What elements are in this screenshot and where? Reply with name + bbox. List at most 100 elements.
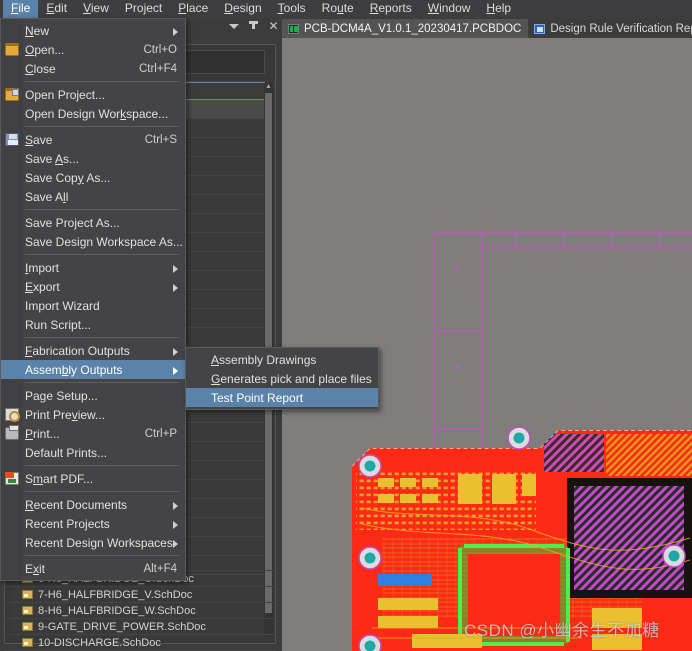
submenu-arrow-icon <box>173 540 178 548</box>
csdn-watermark: CSDN @小幽余生不加糖 <box>464 621 660 640</box>
menubar-item-design[interactable]: Design <box>216 0 269 18</box>
menu-item-label: Exit <box>25 561 46 576</box>
file-menu-item-recent-projects[interactable]: Recent Projects <box>1 514 185 533</box>
file-menu-item-assembly-outputs[interactable]: Assembly Outputs <box>1 360 185 379</box>
pin-icon[interactable] <box>248 20 259 32</box>
menu-item-label: Save Copy As... <box>25 170 111 185</box>
menu-item-label: Open Design Workspace... <box>25 106 169 121</box>
submenu-item-generates-pick-and-place-files[interactable]: Generates pick and place files <box>186 369 378 388</box>
menubar-item-window[interactable]: Window <box>420 0 479 18</box>
menu-separator <box>25 555 179 556</box>
menu-item-label: Save As... <box>25 151 80 166</box>
project-file-label: 9-GATE_DRIVE_POWER.SchDoc <box>38 620 206 633</box>
submenu-arrow-icon <box>173 28 178 36</box>
file-menu-item-close[interactable]: Close Ctrl+F4 <box>1 59 185 78</box>
menubar-item-file[interactable]: File <box>3 0 39 18</box>
menubar-item-edit[interactable]: Edit <box>38 0 75 18</box>
submenu-item-assembly-drawings[interactable]: Assembly Drawings <box>186 350 378 369</box>
printer-icon <box>5 425 19 440</box>
pcb-canvas-graphics <box>352 232 692 651</box>
menu-separator <box>25 491 179 492</box>
menubar-item-tools[interactable]: Tools <box>270 0 314 18</box>
folder-project-icon <box>5 88 19 101</box>
pcb-canvas[interactable]: CSDN @小幽余生不加糖 <box>282 38 692 651</box>
project-file-label: 7-H6_HALFBRIDGE_V.SchDoc <box>38 588 193 601</box>
file-menu-item-recent-documents[interactable]: Recent Documents <box>1 495 185 514</box>
menu-item-label: Print... <box>25 426 60 441</box>
file-menu-item-save-as[interactable]: Save As... <box>1 149 185 168</box>
menu-item-label: Default Prints... <box>25 445 108 460</box>
chevron-down-icon[interactable] <box>228 20 239 32</box>
main-menu-bar[interactable]: File Edit View Project Place Design Tools Route… <box>0 0 692 18</box>
menubar-item-view[interactable]: View <box>75 0 117 18</box>
menu-item-shortcut: Ctrl+P <box>144 427 177 440</box>
schematic-document-icon <box>22 622 33 631</box>
menu-separator <box>25 337 179 338</box>
file-menu-item-save-design-workspace-as[interactable]: Save Design Workspace As... <box>1 232 185 251</box>
submenu-arrow-icon <box>173 265 178 273</box>
file-menu-item-import[interactable]: Import <box>1 258 185 277</box>
menu-item-label: Fabrication Outputs <box>25 343 130 358</box>
file-menu-item-save-all[interactable]: Save All <box>1 187 185 206</box>
document-tab[interactable]: Design Rule Verification Report <box>528 19 692 38</box>
file-menu-item-page-setup[interactable]: Page Setup... <box>1 386 185 405</box>
close-icon[interactable]: ✕ <box>268 20 279 32</box>
menubar-item-place[interactable]: Place <box>170 0 216 18</box>
menu-item-label: Assembly Outputs <box>25 362 123 377</box>
menu-item-label: Recent Documents <box>25 497 128 512</box>
schematic-document-icon <box>22 590 33 599</box>
project-file-row[interactable]: 10-DISCHARGE.SchDoc <box>4 635 276 651</box>
menubar-item-route[interactable]: Route <box>314 0 362 18</box>
menu-item-shortcut: Ctrl+F4 <box>138 62 177 75</box>
menu-item-label: Recent Design Workspaces <box>25 535 173 550</box>
menu-item-label: Import <box>25 260 60 275</box>
menubar-item-help[interactable]: Help <box>478 0 519 18</box>
document-tab[interactable]: PCB-DCM4A_V1.0.1_20230417.PCBDOC <box>282 19 529 38</box>
menu-item-label: Page Setup... <box>25 388 98 403</box>
pcb-document-icon <box>288 23 299 34</box>
project-file-row[interactable]: 9-GATE_DRIVE_POWER.SchDoc <box>4 619 276 635</box>
file-menu-item-import-wizard[interactable]: Import Wizard <box>1 296 185 315</box>
document-tab-bar[interactable]: PCB-DCM4A_V1.0.1_20230417.PCBDOC Design R… <box>282 18 692 38</box>
submenu-item-test-point-report[interactable]: Test Point Report <box>186 388 378 407</box>
menu-item-label: Print Preview... <box>25 407 106 422</box>
scroll-up-arrow-icon[interactable]: ▲ <box>265 83 272 91</box>
file-menu-item-fabrication-outputs[interactable]: Fabrication Outputs <box>1 341 185 360</box>
save-disk-icon <box>5 133 19 146</box>
pdf-icon <box>5 472 19 485</box>
assembly-outputs-submenu[interactable]: Assembly Drawings Generates pick and plac… <box>185 347 379 410</box>
menu-separator <box>25 209 179 210</box>
project-file-label: 8-H6_HALFBRIDGE_W.SchDoc <box>38 604 196 617</box>
file-menu-item-open[interactable]: Open... Ctrl+O <box>1 40 185 59</box>
file-menu-item-export[interactable]: Export <box>1 277 185 296</box>
menubar-item-reports[interactable]: Reports <box>362 0 420 18</box>
file-menu-item-exit[interactable]: Exit Alt+F4 <box>1 559 185 578</box>
file-menu-item-print-preview[interactable]: Print Preview... <box>1 405 185 424</box>
project-file-label: 10-DISCHARGE.SchDoc <box>38 636 161 649</box>
file-menu-item-print[interactable]: Print... Ctrl+P <box>1 424 185 443</box>
menu-item-label: Save All <box>25 189 69 204</box>
file-menu-item-open-project[interactable]: Open Project... <box>1 85 185 104</box>
file-menu-item-smart-pdf[interactable]: Smart PDF... <box>1 469 185 488</box>
menubar-item-project[interactable]: Project <box>117 0 170 18</box>
menu-item-label: Recent Projects <box>25 516 110 531</box>
submenu-arrow-icon <box>173 348 178 356</box>
file-menu-item-save-project-as[interactable]: Save Project As... <box>1 213 185 232</box>
project-file-row[interactable]: 8-H6_HALFBRIDGE_W.SchDoc <box>4 603 276 619</box>
menu-item-label: Run Script... <box>25 317 92 332</box>
menu-separator <box>25 382 179 383</box>
menu-item-shortcut: Alt+F4 <box>143 562 177 575</box>
file-menu-item-open-design-workspace[interactable]: Open Design Workspace... <box>1 104 185 123</box>
project-file-row[interactable]: 7-H6_HALFBRIDGE_V.SchDoc <box>4 587 276 603</box>
file-menu-item-save-copy-as[interactable]: Save Copy As... <box>1 168 185 187</box>
file-menu-item-default-prints[interactable]: Default Prints... <box>1 443 185 462</box>
file-menu-item-save[interactable]: Save Ctrl+S <box>1 130 185 149</box>
file-menu-item-run-script[interactable]: Run Script... <box>1 315 185 334</box>
submenu-arrow-icon <box>173 367 178 375</box>
file-menu-popup[interactable]: New Open... Ctrl+O Close Ctrl+F4 Open Project… <box>0 18 186 581</box>
submenu-arrow-icon <box>173 521 178 529</box>
file-menu-item-new[interactable]: New <box>1 21 185 40</box>
menu-separator <box>25 126 179 127</box>
submenu-arrow-icon <box>173 284 178 292</box>
file-menu-item-recent-design-workspaces[interactable]: Recent Design Workspaces <box>1 533 185 552</box>
